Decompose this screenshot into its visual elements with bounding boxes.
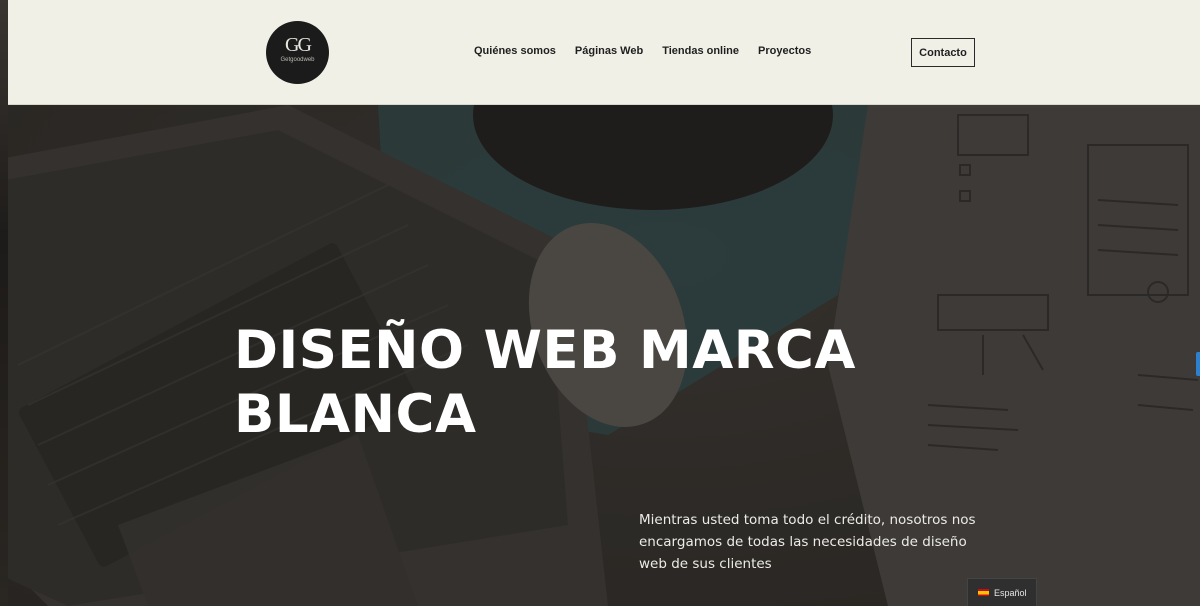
side-feedback-tab[interactable] xyxy=(1196,352,1200,376)
logo-text: Getgoodweb xyxy=(280,57,315,63)
logo-mark: GG xyxy=(285,34,312,56)
main-nav: Quiénes somos Páginas Web Tiendas online… xyxy=(474,45,811,57)
spain-flag-icon xyxy=(978,589,989,596)
nav-item-quienes-somos[interactable]: Quiénes somos xyxy=(474,45,556,57)
hero-title-line2: BLANCA xyxy=(234,384,477,445)
hero-section: DISEÑO WEB MARCA BLANCA Mientras usted t… xyxy=(8,105,1200,606)
site-header: GG Getgoodweb Quiénes somos Páginas Web … xyxy=(8,0,1200,105)
nav-item-proyectos[interactable]: Proyectos xyxy=(758,45,811,57)
language-switcher[interactable]: Español xyxy=(967,578,1037,606)
contact-button[interactable]: Contacto xyxy=(911,38,975,67)
language-label: Español xyxy=(994,587,1027,598)
site-logo[interactable]: GG Getgoodweb xyxy=(266,21,329,84)
hero-title-line1: DISEÑO WEB MARCA xyxy=(234,320,856,381)
nav-item-tiendas-online[interactable]: Tiendas online xyxy=(662,45,739,57)
hero-subtitle: Mientras usted toma todo el crédito, nos… xyxy=(639,512,976,572)
left-edge-strip xyxy=(0,0,8,606)
hero-title: DISEÑO WEB MARCA BLANCA xyxy=(234,319,874,447)
nav-item-paginas-web[interactable]: Páginas Web xyxy=(575,45,643,57)
